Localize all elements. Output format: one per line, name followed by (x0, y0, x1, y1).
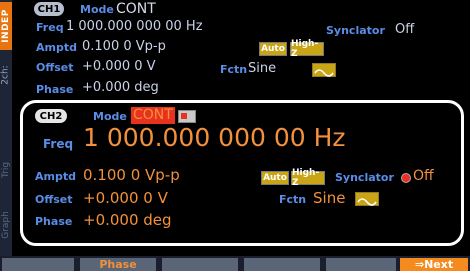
ch2-mode-label: Mode (93, 110, 127, 123)
ch2-phase-value[interactable]: +0.000 deg (83, 211, 172, 229)
ch1-amptd-value[interactable]: 0.100 0 Vp-p (82, 39, 166, 54)
ch1-synclator-value[interactable]: Off (395, 22, 414, 37)
ch1-highz-button[interactable]: High-Z (290, 39, 324, 59)
ch1-fctn-value[interactable]: Sine (248, 61, 276, 76)
tab-2ch[interactable]: 2ch: (0, 52, 12, 98)
ch2-fctn-value[interactable]: Sine (313, 189, 345, 207)
ch2-panel[interactable]: CH2 Mode CONT Freq 1 000.000 000 00 Hz A… (20, 100, 464, 246)
indep-label: INDEP (1, 9, 12, 43)
ch1-auto-button[interactable]: Auto (259, 42, 287, 56)
ch2-auto-button[interactable]: Auto (261, 171, 289, 185)
ch2-amptd-label: Amptd (35, 170, 76, 183)
ch1-phase-value[interactable]: +0.000 deg (82, 80, 159, 95)
ch2-mode-value[interactable]: CONT (131, 107, 175, 124)
ch1-badge: CH1 (34, 2, 64, 16)
indep-tab[interactable]: INDEP (0, 2, 12, 50)
softkey-5[interactable] (326, 258, 396, 271)
ch1-synclator-label: Synclator (326, 24, 385, 37)
ch1-phase-label: Phase (36, 83, 74, 96)
ch1-offset-label: Offset (36, 61, 74, 74)
ch1-mode-label: Mode (80, 3, 114, 16)
ch2-freq-value[interactable]: 1 000.000 000 00 Hz (83, 123, 346, 152)
ch1-amptd-label: Amptd (36, 41, 77, 54)
ch1-fctn-label: Fctn (220, 63, 248, 76)
ch2-sync-icon (178, 110, 196, 123)
ch1-offset-value[interactable]: +0.000 0 V (82, 59, 156, 74)
ch1-sine-wave-icon[interactable] (312, 63, 336, 77)
tab-side-2-label: Graph (1, 211, 12, 239)
ch2-synclator-radio-icon[interactable] (401, 173, 411, 183)
tab-side-1[interactable]: Trig (0, 150, 12, 190)
ch2-badge: CH2 (35, 109, 67, 123)
softkey-3[interactable] (162, 258, 238, 271)
softkey-4[interactable] (244, 258, 320, 271)
next-button[interactable]: ⇒Next (400, 258, 468, 271)
signal-generator-screen: INDEP 2ch: Trig Graph CH1 Mode CONT Freq… (0, 0, 470, 271)
tab-side-2[interactable]: Graph (0, 205, 12, 245)
tab-side-1-label: Trig (1, 161, 11, 179)
ch1-freq-value[interactable]: 1 000.000 000 00 Hz (66, 19, 203, 34)
ch2-phase-label: Phase (35, 215, 73, 228)
tab-2ch-label: 2ch: (1, 65, 12, 85)
ch2-offset-label: Offset (35, 193, 73, 206)
ch1-freq-label: Freq (36, 21, 64, 34)
ch2-synclator-label: Synclator (335, 171, 394, 184)
ch2-offset-value[interactable]: +0.000 0 V (83, 189, 168, 207)
ch2-fctn-label: Fctn (279, 193, 307, 206)
ch2-sine-wave-icon[interactable] (355, 192, 379, 206)
softkey-phase[interactable]: Phase (80, 258, 156, 271)
ch2-highz-button[interactable]: High-Z (291, 168, 325, 188)
ch2-freq-label: Freq (43, 137, 74, 151)
ch2-amptd-value[interactable]: 0.100 0 Vp-p (83, 166, 180, 184)
softkey-1[interactable] (2, 258, 74, 271)
ch1-panel[interactable]: CH1 Mode CONT Freq 1 000.000 000 00 Hz S… (14, 0, 470, 100)
ch1-mode-value[interactable]: CONT (116, 1, 156, 17)
ch2-synclator-value[interactable]: Off (413, 168, 434, 184)
